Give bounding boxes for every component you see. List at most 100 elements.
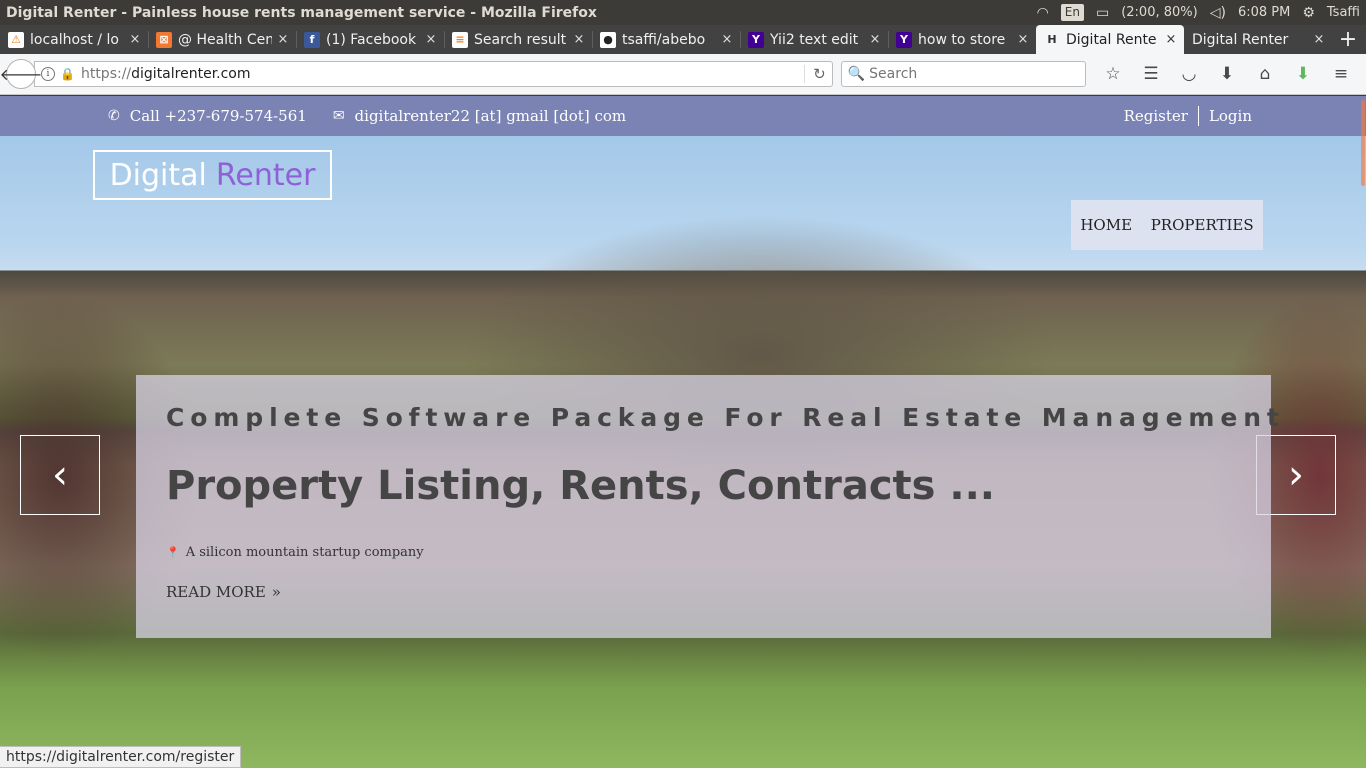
tab-label: tsaffi/abebo [622,31,706,48]
tab-label: how to store [918,31,1006,48]
menu-hamburger-icon[interactable]: ≡ [1322,60,1360,88]
page-scrollbar[interactable] [1360,96,1366,768]
url-bar[interactable]: i 🔒 https:// digitalrenter.com ↻ [34,61,833,87]
tab-label: Yii2 text edit [770,31,859,48]
scrollbar-thumb[interactable] [1361,100,1365,186]
email-text: digitalrenter22 [at] gmail [dot] com [354,107,627,125]
reload-icon[interactable]: ↻ [804,65,826,83]
register-link[interactable]: Register [1114,107,1198,125]
tab-close-icon[interactable]: × [720,32,734,47]
browser-tab[interactable]: ≡ Search result × [444,25,592,54]
chevron-right-icon: › [1288,452,1304,498]
url-host: digitalrenter.com [131,66,251,82]
tab-label: @ Health Cen [178,31,272,48]
tab-close-icon[interactable]: × [1164,32,1178,47]
session-user[interactable]: Tsaffi [1327,5,1360,20]
auth-links: Register Login [1114,106,1262,126]
tab-label: localhost / lo [30,31,119,48]
slide-caption: Complete Software Package For Real Estat… [136,375,1279,638]
github-favicon-icon: ● [600,31,616,48]
slide-title: Property Listing, Rents, Contracts ... [166,463,995,509]
home-icon[interactable]: ⌂ [1246,60,1284,88]
read-more-link[interactable]: READ MORE » [166,583,281,601]
volume-icon[interactable]: ◁) [1210,5,1226,21]
tab-close-icon[interactable]: × [128,32,142,47]
tab-close-icon[interactable]: × [868,32,882,47]
map-pin-icon: 📍 [166,546,180,559]
slide-subtitle: Complete Software Package For Real Estat… [166,403,1285,432]
site-logo[interactable]: Digital Renter [93,150,332,200]
tab-close-icon[interactable]: × [424,32,438,47]
url-protocol: https:// [80,66,132,82]
browser-tab-active[interactable]: H Digital Rente × [1036,25,1184,54]
pocket-icon[interactable]: ◡ [1170,60,1208,88]
localhost-favicon-icon: ⚠ [8,31,24,48]
tab-strip: ⚠ localhost / lo × ⊠ @ Health Cen × f (1… [0,25,1366,54]
browser-tab[interactable]: f (1) Facebook × [296,25,444,54]
downloads-icon[interactable]: ⬇ [1208,60,1246,88]
tab-close-icon[interactable]: × [572,32,586,47]
back-arrow-icon: 🡐 [0,65,43,84]
reading-list-icon[interactable]: ☰ [1132,60,1170,88]
tab-close-icon[interactable]: × [276,32,290,47]
keyboard-layout-indicator[interactable]: En [1060,4,1084,21]
system-tray: ◠ En ▭ (2:00, 80%) ◁) 6:08 PM ⚙ Tsaffi [1037,4,1366,21]
download-helper-icon[interactable]: ⬇ [1284,60,1322,88]
battery-status[interactable]: (2:00, 80%) [1121,5,1198,20]
lock-icon: 🔒 [60,67,75,81]
tab-close-icon[interactable]: × [1016,32,1030,47]
browser-tab[interactable]: Y Yii2 text edit × [740,25,888,54]
browser-tab[interactable]: ● tsaffi/abebo × [592,25,740,54]
clock[interactable]: 6:08 PM [1238,5,1290,20]
settings-gear-icon[interactable]: ⚙ [1302,5,1315,21]
search-icon: 🔍 [847,66,866,82]
yahoo-favicon-icon: Y [896,31,912,48]
yahoo-favicon-icon: Y [748,31,764,48]
slide-location: 📍 A silicon mountain startup company [166,545,424,560]
search-bar[interactable]: 🔍 [840,61,1086,87]
menu-properties[interactable]: PROPERTIES [1151,216,1254,234]
tab-label: Digital Rente [1066,31,1157,48]
carousel-prev-button[interactable]: ‹ [20,435,100,515]
phone-icon: ✆ [108,108,120,124]
window-title: Digital Renter - Painless house rents ma… [6,4,597,21]
main-menu: HOME PROPERTIES [1071,200,1263,250]
logo-text-renter: Renter [215,157,316,193]
new-tab-button[interactable]: + [1332,25,1364,54]
login-link[interactable]: Login [1199,107,1262,125]
site-topbar: ✆ Call +237-679-574-561 ✉ digitalrenter2… [0,96,1366,136]
status-bar-link-preview: https://digitalrenter.com/register [0,746,242,768]
toolbar-icons: ☆ ☰ ◡ ⬇ ⌂ ⬇ ≡ [1094,60,1360,88]
slide-location-text: A silicon mountain startup company [185,545,424,560]
phone-text: Call +237-679-574-561 [129,107,307,125]
bookmark-star-icon[interactable]: ☆ [1094,60,1132,88]
menu-home[interactable]: HOME [1080,216,1132,234]
tab-label: (1) Facebook [326,31,417,48]
browser-tab[interactable]: Y how to store × [888,25,1036,54]
tab-close-icon[interactable]: × [1312,32,1326,47]
os-title-bar: Digital Renter - Painless house rents ma… [0,0,1366,25]
stackoverflow-favicon-icon: ≡ [452,31,468,48]
battery-icon[interactable]: ▭ [1096,5,1109,21]
search-input[interactable] [869,66,1079,82]
contact-phone: ✆ Call +237-679-574-561 [108,107,307,125]
navigation-toolbar: 🡐 i 🔒 https:// digitalrenter.com ↻ 🔍 ☆ ☰… [0,54,1366,95]
back-button[interactable]: 🡐 [0,59,42,89]
browser-tab[interactable]: Digital Renter × [1184,25,1332,54]
site-info-icon[interactable]: i [41,67,55,81]
double-chevron-right-icon: » [271,583,281,601]
tab-label: Search result [474,31,567,48]
tab-label: Digital Renter [1192,31,1289,48]
browser-tab[interactable]: ⚠ localhost / lo × [0,25,148,54]
contact-email: ✉ digitalrenter22 [at] gmail [dot] com [333,107,626,125]
logo-text-digital: Digital [109,157,207,193]
health-center-favicon-icon: ⊠ [156,31,172,48]
chevron-left-icon: ‹ [52,452,68,498]
web-page: ✆ Call +237-679-574-561 ✉ digitalrenter2… [0,96,1366,768]
digital-renter-favicon-icon: H [1047,33,1057,46]
facebook-favicon-icon: f [304,31,320,48]
envelope-icon: ✉ [332,108,345,124]
wifi-icon[interactable]: ◠ [1037,5,1049,21]
browser-tab[interactable]: ⊠ @ Health Cen × [148,25,296,54]
read-more-label: READ MORE [166,583,266,601]
